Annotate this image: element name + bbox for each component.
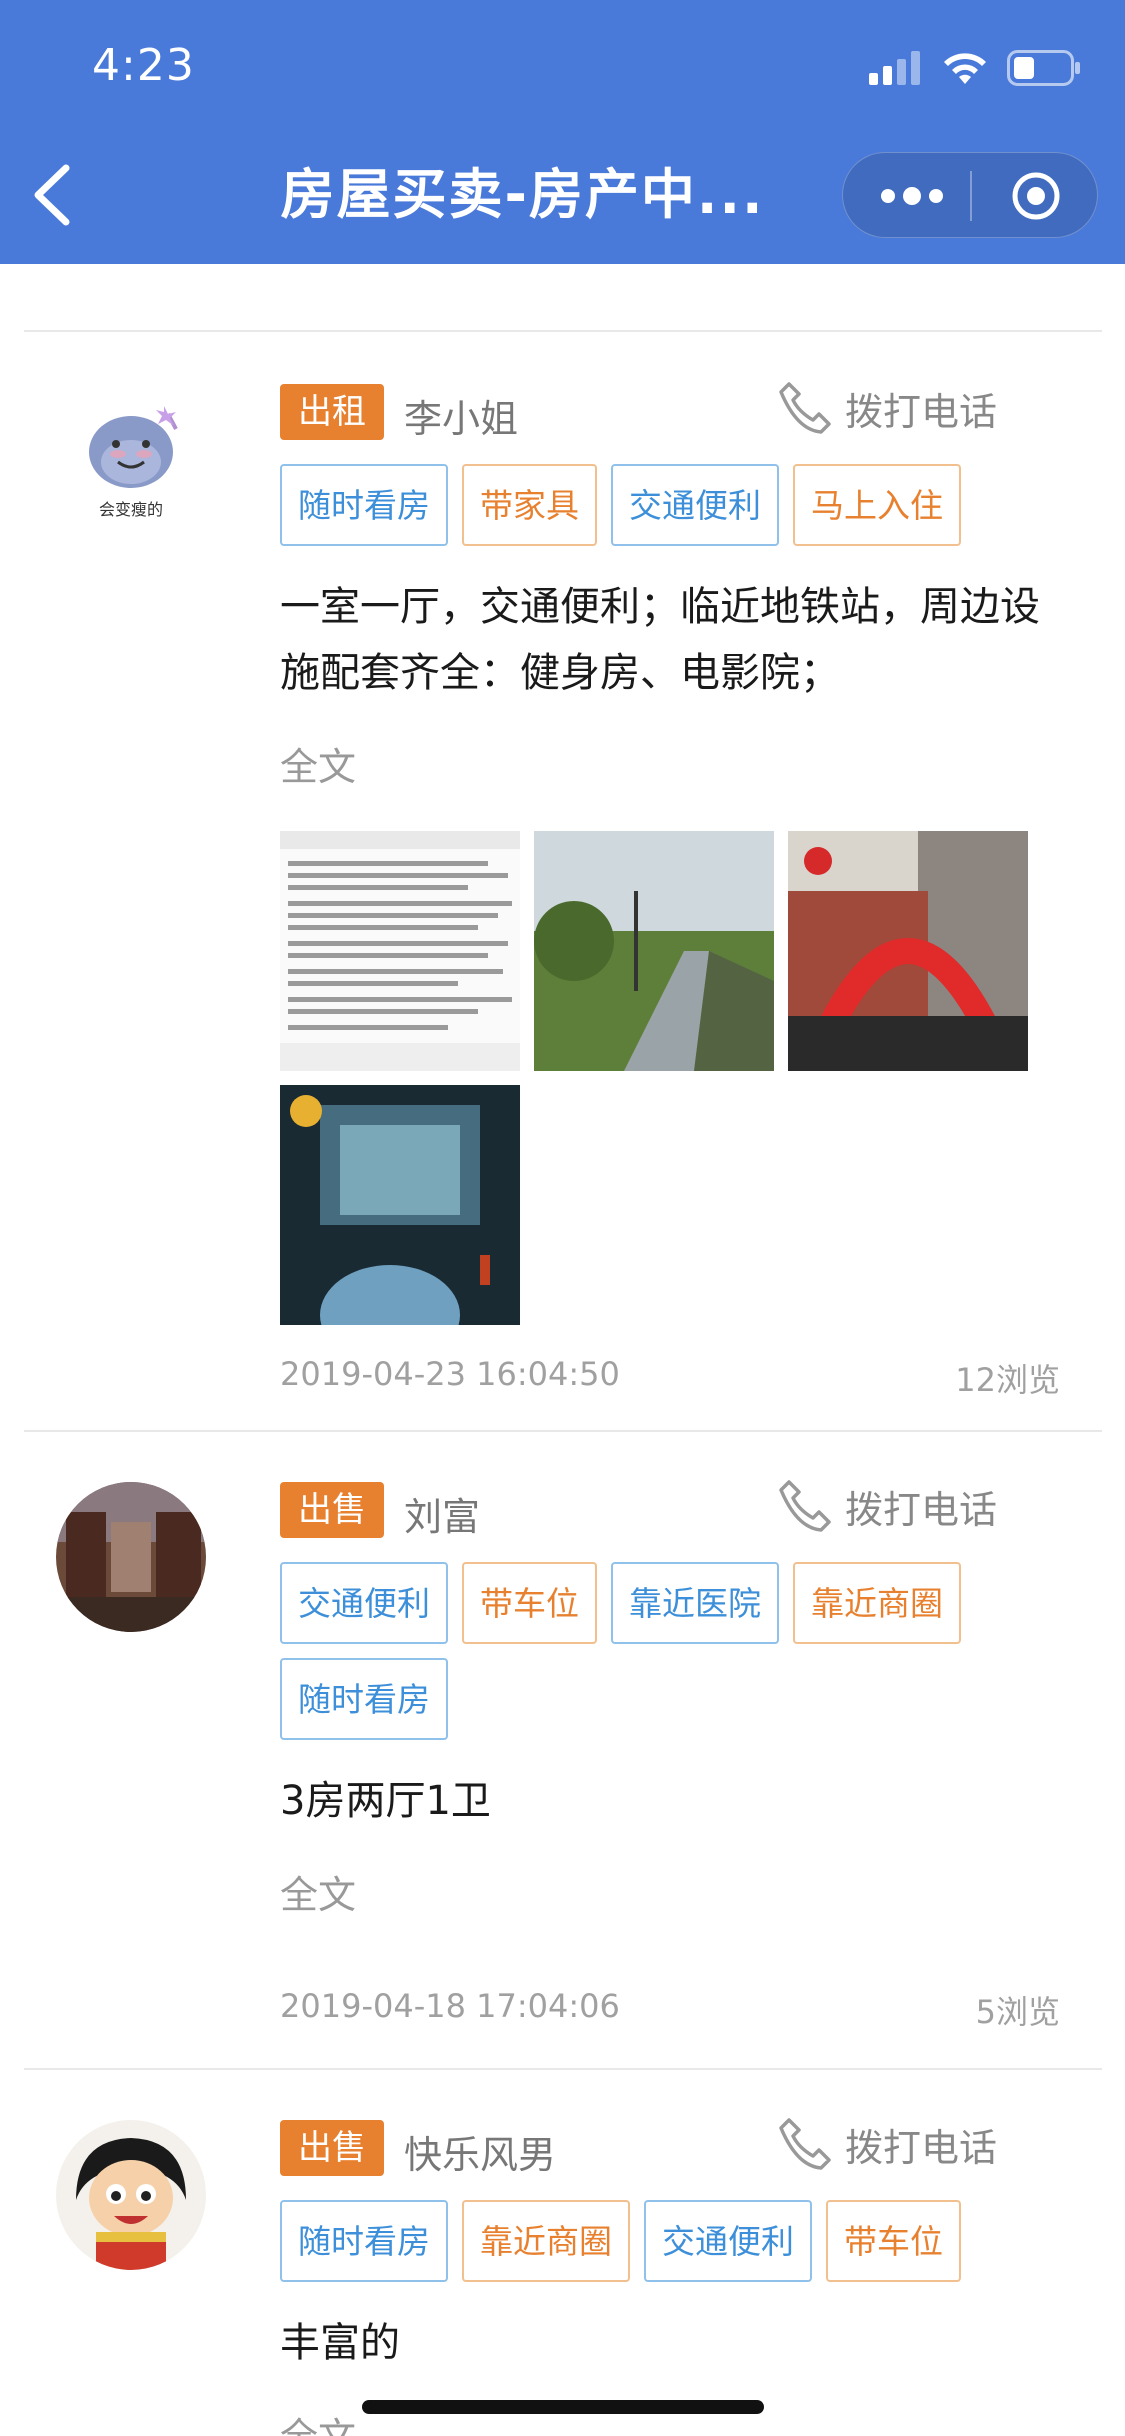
tag: 交通便利 <box>280 1562 448 1644</box>
tag: 随时看房 <box>280 1658 448 1740</box>
tag-list: 交通便利 带车位 靠近医院 靠近商圈 随时看房 <box>280 1562 1020 1740</box>
call-button[interactable]: 拨打电话 <box>775 1476 997 1536</box>
status-icons <box>869 50 1081 86</box>
listing-type-badge: 出租 <box>280 384 384 440</box>
more-icon[interactable] <box>879 181 945 211</box>
poster-name: 李小姐 <box>404 397 519 441</box>
divider <box>24 1430 1102 1432</box>
mini-program-capsule <box>842 152 1098 238</box>
tag: 马上入住 <box>793 464 961 546</box>
avatar[interactable] <box>56 1482 206 1632</box>
post-header-row: 出租 李小姐 拨打电话 <box>280 382 1060 441</box>
post-meta: 2019-04-23 16:04:50 12浏览 <box>280 1355 1060 1401</box>
photo-thumbnail[interactable] <box>534 831 774 1071</box>
tag: 随时看房 <box>280 2200 448 2282</box>
poster-name: 刘富 <box>404 1495 481 1539</box>
signal-icon <box>869 51 920 85</box>
post-content: 出租 李小姐 拨打电话 随时看房 带家具 交通便利 马上入住 一室一厅，交通便利… <box>280 382 1060 1401</box>
post-meta: 2019-04-18 17:04:06 5浏览 <box>280 1987 1060 2033</box>
photo-thumbnail[interactable] <box>788 831 1028 1071</box>
post-description: 丰富的 <box>280 2320 400 2366</box>
tag-list: 随时看房 靠近商圈 交通便利 带车位 <box>280 2200 1020 2282</box>
tag: 带车位 <box>826 2200 961 2282</box>
post-timestamp: 2019-04-18 17:04:06 <box>280 1987 620 2025</box>
call-label: 拨打电话 <box>845 2125 998 2170</box>
avatar[interactable]: 会变瘦的 <box>56 384 206 534</box>
call-label: 拨打电话 <box>845 389 998 434</box>
post-feed: 会变瘦的 出租 李小姐 拨打电话 随时看房 带家具 交通便利 马上入住 一室一厅… <box>0 264 1125 2436</box>
avatar[interactable] <box>56 2120 206 2270</box>
tag: 随时看房 <box>280 464 448 546</box>
tag: 带家具 <box>462 464 597 546</box>
poster-name: 快乐风男 <box>404 2133 557 2177</box>
status-time: 4:23 <box>92 40 195 91</box>
photo-thumbnail[interactable] <box>280 1085 520 1325</box>
phone-icon <box>779 382 831 434</box>
post-content: 出售 刘富 拨打电话 交通便利 带车位 靠近医院 靠近商圈 随时看房 3房两厅1… <box>280 1480 1060 2033</box>
tag: 靠近商圈 <box>793 1562 961 1644</box>
post-content: 出售 快乐风男 拨打电话 随时看房 靠近商圈 交通便利 带车位 丰富的 全文 <box>280 2118 1060 2436</box>
photo-thumbnail[interactable] <box>280 831 520 1071</box>
view-count: 12浏览 <box>955 1361 1060 1399</box>
post-header-row: 出售 快乐风男 拨打电话 <box>280 2118 1060 2177</box>
avatar-image <box>56 2120 206 2270</box>
tag: 带车位 <box>462 1562 597 1644</box>
screenshot-image <box>280 831 520 1071</box>
tag: 交通便利 <box>611 464 779 546</box>
wifi-icon <box>944 53 986 84</box>
close-mini-program-icon[interactable] <box>1011 171 1061 221</box>
phone-icon <box>779 1480 831 1532</box>
avatar-caption: 会变瘦的 <box>98 500 163 519</box>
call-label: 拨打电话 <box>845 1487 998 1532</box>
divider <box>24 2068 1102 2070</box>
post-description: 一室一厅，交通便利；临近地铁站，周边设施配套齐全：健身房、电影院； <box>280 584 1040 696</box>
call-button[interactable]: 拨打电话 <box>775 378 997 438</box>
listing-type-badge: 出售 <box>280 1482 384 1538</box>
post-description: 3房两厅1卫 <box>280 1778 491 1824</box>
call-button[interactable]: 拨打电话 <box>775 2114 997 2174</box>
tag: 靠近医院 <box>611 1562 779 1644</box>
home-indicator[interactable] <box>362 2400 764 2414</box>
avatar-image <box>56 1482 206 1632</box>
phone-icon <box>779 2118 831 2170</box>
post-timestamp: 2019-04-23 16:04:50 <box>280 1355 620 1393</box>
photo-grid <box>280 831 1060 1325</box>
tag: 靠近商圈 <box>462 2200 630 2282</box>
park-path-image <box>534 831 774 1071</box>
post-header-row: 出售 刘富 拨打电话 <box>280 1480 1060 1539</box>
listing-type-badge: 出售 <box>280 2120 384 2176</box>
tag-list: 随时看房 带家具 交通便利 马上入住 <box>280 464 1020 546</box>
tag: 交通便利 <box>644 2200 812 2282</box>
full-text-link[interactable]: 全文 <box>280 736 1060 791</box>
full-text-link[interactable]: 全文 <box>280 1864 1060 1919</box>
app-header: 4:23 房屋买卖-房产中... <box>0 0 1125 264</box>
storefront-arch-image <box>788 831 1028 1071</box>
divider <box>24 330 1102 332</box>
view-count: 5浏览 <box>975 1993 1060 2031</box>
stage-performance-image <box>280 1085 520 1325</box>
battery-icon <box>1007 50 1080 86</box>
capsule-divider <box>970 171 972 221</box>
